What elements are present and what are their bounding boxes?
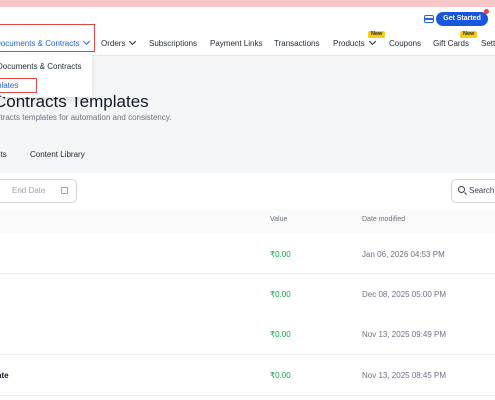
column-header-date-modified[interactable]: Date modified bbox=[362, 216, 405, 223]
nav-item-transactions[interactable]: Transactions bbox=[274, 39, 320, 48]
row-value: ₹0.00 bbox=[270, 330, 291, 339]
end-date-placeholder: End Date bbox=[12, 186, 46, 195]
table-header bbox=[0, 209, 495, 234]
tab-documents[interactable]: nts bbox=[0, 150, 7, 159]
notification-dot bbox=[484, 9, 489, 14]
card-icon[interactable] bbox=[424, 15, 434, 23]
column-header-value[interactable]: Value bbox=[270, 216, 287, 223]
nav-item-label: Orders bbox=[101, 39, 126, 48]
chevron-down-icon bbox=[368, 37, 376, 46]
get-started-button[interactable]: Get Started bbox=[436, 12, 488, 26]
row-value: ₹0.00 bbox=[270, 290, 291, 299]
highlight-box-nav bbox=[0, 24, 95, 52]
highlight-box-dropdown bbox=[0, 78, 37, 93]
tab-content-library[interactable]: Content Library bbox=[30, 150, 85, 159]
row-date: Dec 08, 2025 05:00 PM bbox=[362, 290, 447, 299]
chevron-down-icon bbox=[129, 37, 137, 46]
top-banner bbox=[0, 0, 495, 7]
row-date: Nov 13, 2025 09:49 PM bbox=[362, 330, 447, 339]
new-badge: New bbox=[368, 31, 386, 38]
dropdown-item-documents-contracts[interactable]: Documents & Contracts bbox=[0, 62, 81, 71]
row-value: ₹0.00 bbox=[270, 371, 291, 380]
page-subtitle: ntracts templates for automation and con… bbox=[0, 113, 172, 122]
row-date: Nov 13, 2025 08:45 PM bbox=[362, 371, 447, 380]
nav-item-payment-links[interactable]: Payment Links bbox=[210, 39, 262, 48]
nav-item-settings[interactable]: Sett bbox=[481, 39, 495, 48]
nav-item-gift-cards[interactable]: Gift Cards bbox=[433, 39, 469, 48]
nav-item-orders[interactable]: Orders bbox=[101, 37, 137, 48]
nav-item-products[interactable]: Products bbox=[333, 37, 376, 48]
search-placeholder: Search bbox=[469, 186, 495, 195]
row-name: ate bbox=[0, 371, 9, 380]
nav-item-coupons[interactable]: Coupons bbox=[389, 39, 421, 48]
nav-item-subscriptions[interactable]: Subscriptions bbox=[149, 39, 197, 48]
row-value: ₹0.00 bbox=[270, 250, 291, 259]
nav-item-label: Products bbox=[333, 39, 365, 48]
row-date: Jan 06, 2026 04:53 PM bbox=[362, 250, 445, 259]
search-icon bbox=[458, 186, 465, 193]
calendar-icon[interactable] bbox=[61, 187, 68, 194]
new-badge: New bbox=[460, 31, 478, 38]
